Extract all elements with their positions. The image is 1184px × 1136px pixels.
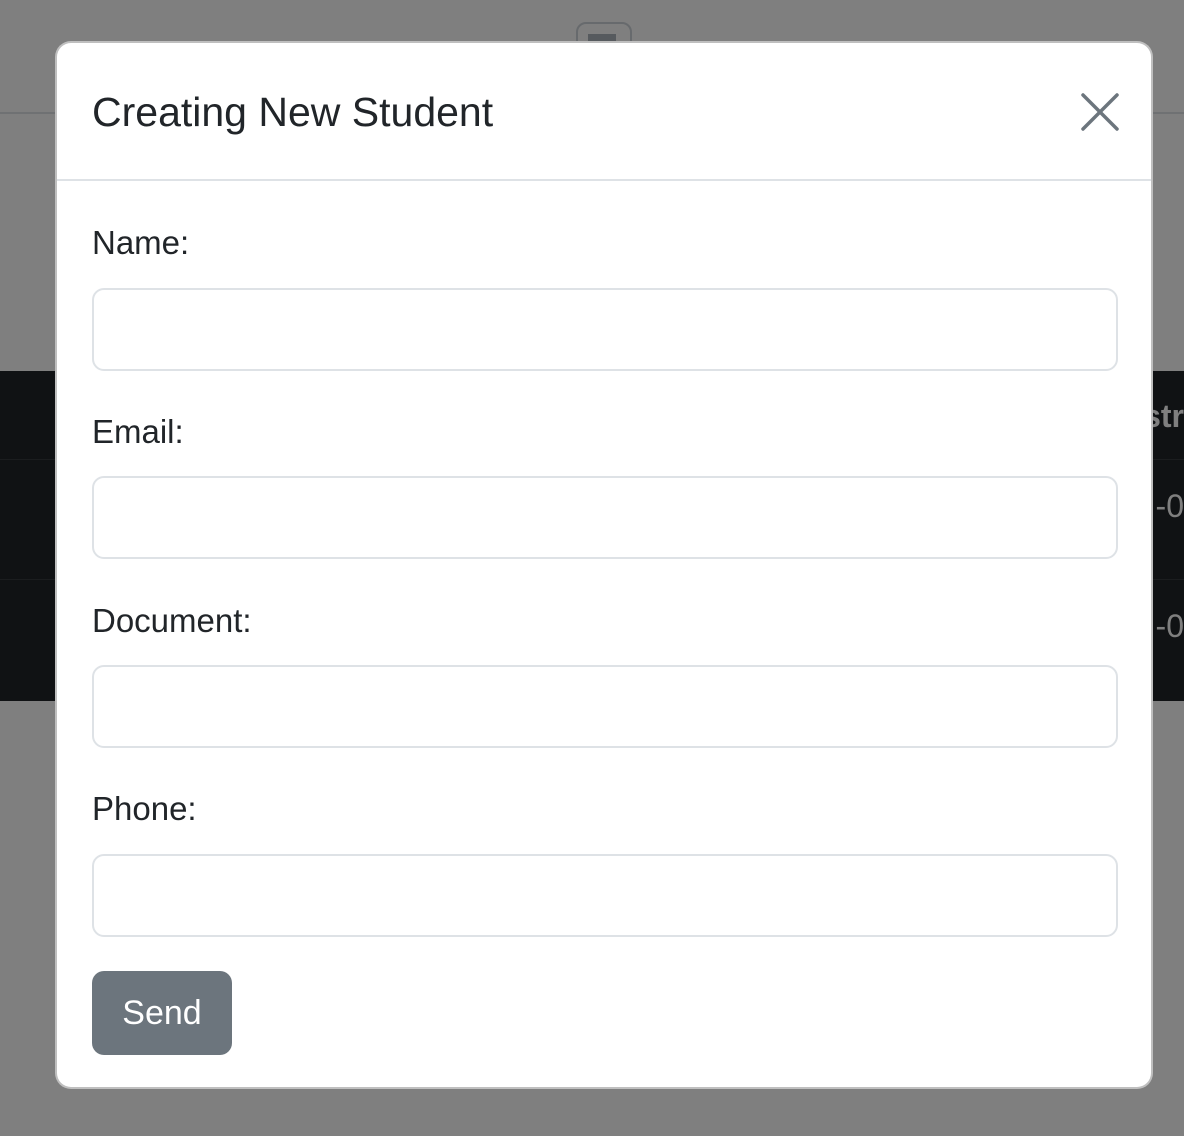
modal-header: Creating New Student: [57, 43, 1151, 181]
phone-input[interactable]: [92, 854, 1118, 937]
phone-label: Phone:: [92, 790, 197, 827]
create-student-modal: Creating New Student Name: Email: Docume…: [55, 41, 1153, 1089]
email-label: Email:: [92, 413, 184, 450]
page: str -0 -0 Creating New Student Name: Ema…: [0, 0, 1184, 1136]
close-icon: [1081, 93, 1119, 131]
document-input[interactable]: [92, 665, 1118, 748]
name-label: Name:: [92, 224, 190, 261]
email-input[interactable]: [92, 476, 1118, 559]
name-input[interactable]: [92, 288, 1118, 371]
document-label: Document:: [92, 602, 252, 639]
send-button[interactable]: Send: [92, 971, 232, 1055]
close-button[interactable]: [1075, 87, 1125, 137]
modal-title: Creating New Student: [92, 89, 494, 135]
